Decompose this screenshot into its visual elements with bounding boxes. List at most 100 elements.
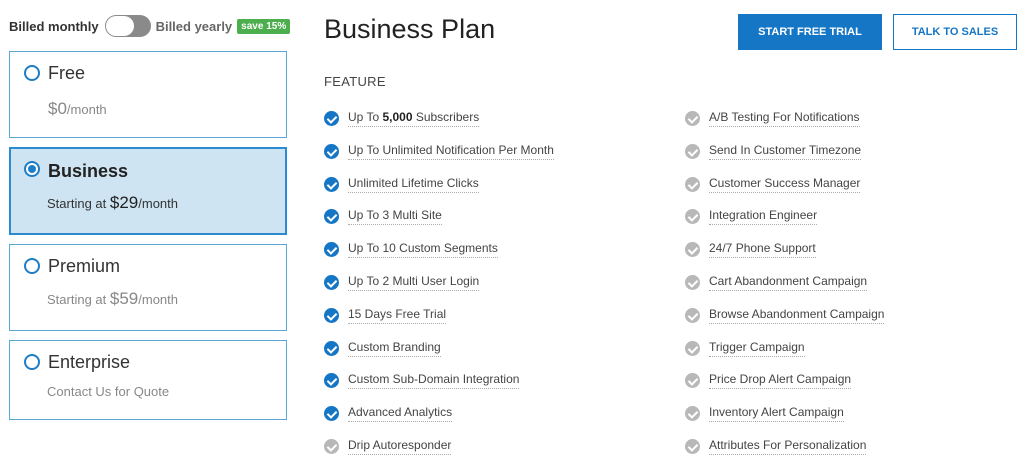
feature-label[interactable]: Send In Customer Timezone: [709, 143, 862, 160]
check-circle-icon: [685, 340, 700, 356]
plan-price-amount: $59: [109, 289, 139, 308]
billed-monthly-label[interactable]: Billed monthly: [9, 19, 99, 34]
feature-item: Send In Customer Timezone: [685, 143, 884, 176]
check-circle-icon: [685, 242, 700, 258]
check-circle-icon: [685, 111, 700, 126]
feature-item: Trigger Campaign: [685, 340, 884, 373]
check-circle-icon: [324, 111, 339, 126]
radio-selected-icon[interactable]: [24, 161, 40, 177]
feature-item: Price Drop Alert Campaign: [685, 372, 884, 405]
feature-label-text: Up To Unlimited Notification Per Month: [348, 142, 554, 157]
check-circle-icon: [685, 143, 700, 159]
save-badge: save 15%: [237, 18, 291, 34]
feature-label[interactable]: Up To 5,000 Subscribers: [348, 110, 480, 127]
feature-label-text: Up To: [348, 110, 383, 124]
feature-item: Up To Unlimited Notification Per Month: [324, 143, 554, 176]
feature-item: Inventory Alert Campaign: [685, 405, 884, 438]
feature-label[interactable]: Up To 3 Multi Site: [348, 208, 442, 226]
plan-card-enterprise[interactable]: Enterprise Contact Us for Quote: [9, 340, 287, 420]
check-circle-icon: [324, 143, 339, 159]
plan-price-suffix: /month: [138, 292, 178, 307]
feature-label[interactable]: Advanced Analytics: [348, 405, 453, 423]
feature-label[interactable]: 15 Days Free Trial: [348, 307, 447, 324]
page-title: Business Plan: [324, 14, 496, 44]
feature-label-text: Drip Autoresponder: [348, 437, 452, 452]
talk-to-sales-button[interactable]: TALK TO SALES: [893, 14, 1017, 50]
plan-card-premium[interactable]: Premium Starting at $59/month: [9, 244, 287, 331]
feature-item: Cart Abandonment Campaign: [685, 274, 884, 307]
check-circle-icon: [685, 176, 700, 192]
feature-item: 24/7 Phone Support: [685, 241, 884, 274]
check-circle-icon: [324, 209, 339, 225]
check-circle-icon: [685, 438, 700, 454]
feature-label-text: Customer Success Manager: [709, 175, 861, 190]
feature-label-text: Custom Branding: [348, 339, 441, 354]
check-circle-icon: [324, 406, 339, 422]
check-circle-icon: [324, 373, 339, 389]
feature-label[interactable]: Unlimited Lifetime Clicks: [348, 176, 479, 193]
feature-item: Up To 5,000 Subscribers: [324, 110, 554, 143]
feature-heading: FEATURE: [324, 74, 386, 89]
feature-label[interactable]: Drip Autoresponder: [348, 437, 452, 455]
feature-label[interactable]: Up To 2 Multi User Login: [348, 274, 480, 291]
plan-price-prefix: Starting at: [47, 292, 110, 307]
feature-item: Customer Success Manager: [685, 176, 884, 209]
feature-list-right: A/B Testing For Notifications Send In Cus…: [685, 110, 885, 467]
feature-item: Advanced Analytics: [324, 405, 554, 438]
plan-contact-text: Contact Us for Quote: [47, 384, 170, 399]
plan-price-amount: $0: [48, 99, 67, 118]
feature-label[interactable]: Attributes For Personalization: [709, 437, 867, 455]
feature-label[interactable]: Custom Sub-Domain Integration: [348, 372, 520, 390]
plan-card-business[interactable]: Business Starting at $29/month: [9, 147, 287, 235]
check-circle-icon: [324, 274, 339, 290]
feature-label[interactable]: Integration Engineer: [709, 208, 818, 226]
radio-icon[interactable]: [24, 65, 40, 81]
feature-label[interactable]: Up To Unlimited Notification Per Month: [348, 143, 554, 160]
feature-label[interactable]: 24/7 Phone Support: [709, 241, 816, 259]
feature-item: Drip Autoresponder: [324, 438, 554, 467]
feature-item: Browse Abandonment Campaign: [685, 306, 885, 340]
feature-label-text: Attributes For Personalization: [709, 437, 867, 452]
feature-label[interactable]: Custom Branding: [348, 340, 441, 357]
feature-item: Unlimited Lifetime Clicks: [324, 176, 554, 209]
check-circle-icon: [685, 307, 700, 323]
plan-price: Contact Us for Quote: [47, 384, 169, 399]
check-circle-icon: [685, 209, 700, 225]
billed-yearly-label[interactable]: Billed yearly: [156, 19, 233, 34]
feature-label[interactable]: Cart Abandonment Campaign: [709, 273, 868, 291]
feature-label[interactable]: Up To 10 Custom Segments: [348, 241, 498, 259]
feature-item: Up To 10 Custom Segments: [324, 241, 554, 274]
feature-label-text: Price Drop Alert Campaign: [709, 372, 852, 387]
check-circle-icon: [324, 242, 339, 258]
feature-label[interactable]: A/B Testing For Notifications: [709, 110, 860, 127]
feature-label[interactable]: Inventory Alert Campaign: [709, 405, 844, 423]
feature-item: Up To 3 Multi Site: [324, 208, 554, 241]
feature-item: Custom Sub-Domain Integration: [324, 372, 554, 405]
feature-label-text: Advanced Analytics: [348, 405, 453, 420]
plan-name: Enterprise: [48, 352, 131, 372]
feature-label-text: Unlimited Lifetime Clicks: [348, 175, 479, 190]
start-free-trial-button[interactable]: START FREE TRIAL: [738, 14, 882, 50]
plan-price-suffix: /month: [66, 102, 107, 117]
billing-toggle-switch[interactable]: [104, 15, 151, 37]
feature-item: 15 Days Free Trial: [324, 307, 554, 340]
plan-card-free[interactable]: Free $0/month: [9, 51, 287, 138]
radio-icon[interactable]: [24, 354, 40, 370]
feature-label-value: 5,000: [382, 110, 413, 124]
feature-label-text: Trigger Campaign: [709, 339, 805, 354]
plan-price-prefix: Starting at: [47, 196, 110, 211]
feature-label-text: Cart Abandonment Campaign: [709, 273, 868, 288]
feature-item: Up To 2 Multi User Login: [324, 274, 554, 307]
feature-label[interactable]: Trigger Campaign: [709, 340, 805, 357]
feature-label-text: Up To 10 Custom Segments: [348, 241, 498, 256]
check-circle-icon: [685, 373, 700, 389]
plan-price: Starting at $29/month: [47, 193, 178, 213]
plan-price: $0/month: [48, 99, 107, 119]
feature-label[interactable]: Browse Abandonment Campaign: [709, 306, 885, 324]
feature-label[interactable]: Customer Success Manager: [709, 175, 861, 193]
feature-label[interactable]: Price Drop Alert Campaign: [709, 372, 852, 390]
feature-label-text: Browse Abandonment Campaign: [709, 306, 885, 321]
billing-toggle-row: Billed monthly Billed yearly save 15%: [9, 14, 291, 38]
feature-label-text: Custom Sub-Domain Integration: [348, 372, 520, 387]
radio-icon[interactable]: [24, 258, 40, 274]
